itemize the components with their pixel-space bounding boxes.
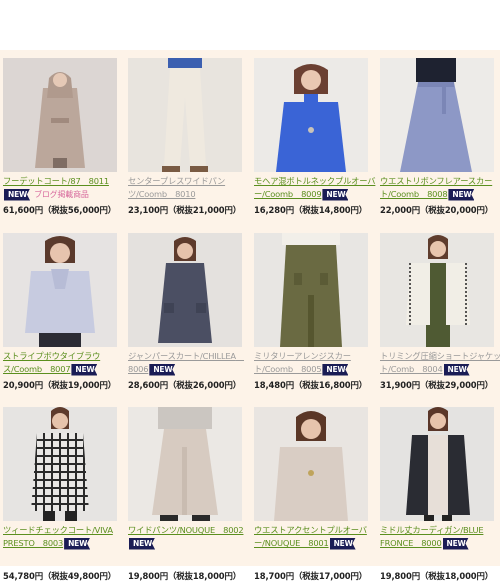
product-photo[interactable] xyxy=(254,233,368,347)
product-photo[interactable] xyxy=(3,233,117,347)
product-price: 16,280円（税抜14,800円） xyxy=(254,205,368,215)
product-photo[interactable] xyxy=(380,407,494,521)
product-price: 20,900円（税抜19,000円） xyxy=(3,380,117,390)
product-photo[interactable] xyxy=(380,58,494,172)
top-spacer xyxy=(0,0,500,50)
new-badge: NEW xyxy=(322,363,349,376)
product-price: 19,800円（税抜18,000円） xyxy=(128,571,242,581)
product-link[interactable]: フーデットコート/87 8011 xyxy=(3,176,109,186)
new-badge: NEW xyxy=(448,188,475,201)
product-link[interactable]: ツィードチェックコート/VIVA PRESTO 8003 xyxy=(3,525,113,548)
new-badge: NEW xyxy=(71,363,98,376)
blog-note: ブログ掲載商品 xyxy=(34,190,89,199)
product-photo[interactable] xyxy=(380,233,494,347)
product-photo[interactable] xyxy=(128,407,242,521)
product-link[interactable]: ワイドパンツ/NOUQUE 8002 xyxy=(128,525,244,535)
product-price: 19,800円（税抜18,000円） xyxy=(380,571,494,581)
product-price: 61,600円（税抜56,000円） xyxy=(3,205,117,215)
product-link[interactable]: モヘア混ボトルネックプルオーバー/Coomb 8009 xyxy=(254,176,376,199)
new-badge: NEW xyxy=(329,537,356,550)
product-price: 23,100円（税抜21,000円） xyxy=(128,205,242,215)
product-price: 18,700円（税抜17,000円） xyxy=(254,571,368,581)
product-link[interactable]: ウエストリボンフレアースカート/Coomb 8008 xyxy=(380,176,492,199)
new-badge: NEW xyxy=(149,363,176,376)
new-badge: NEW xyxy=(4,188,31,201)
product-price: 22,000円（税抜20,000円） xyxy=(380,205,494,215)
product-price: 28,600円（税抜26,000円） xyxy=(128,380,242,390)
product-link[interactable]: センタープレスワイドパンツ/Coomb 8010 xyxy=(128,176,225,199)
product-photo[interactable] xyxy=(3,407,117,521)
new-badge: NEW xyxy=(129,537,156,550)
new-badge: NEW xyxy=(442,537,469,550)
product-photo[interactable] xyxy=(254,58,368,172)
product-grid: フーデットコート/87 8011 NEW ブログ掲載商品 61,600円（税抜56… xyxy=(0,50,500,581)
product-photo[interactable] xyxy=(3,58,117,172)
product-link[interactable]: ミドル丈カーディガン/BLUE FRONCE 8000 xyxy=(380,525,484,548)
new-badge: NEW xyxy=(64,537,91,550)
new-badge: NEW xyxy=(322,188,349,201)
product-link[interactable]: トリミング圧縮ショートジャケット/Comb 8004 xyxy=(380,351,500,374)
product-price: 18,480円（税抜16,800円） xyxy=(254,380,368,390)
product-photo[interactable] xyxy=(254,407,368,521)
product-price: 31,900円（税抜29,000円） xyxy=(380,380,494,390)
product-photo[interactable] xyxy=(128,58,242,172)
product-price: 54,780円（税抜49,800円） xyxy=(3,571,117,581)
new-badge: NEW xyxy=(443,363,470,376)
product-link[interactable]: ジャンパースカート/CHILLEA 8006 xyxy=(128,351,244,374)
product-photo[interactable] xyxy=(128,233,242,347)
